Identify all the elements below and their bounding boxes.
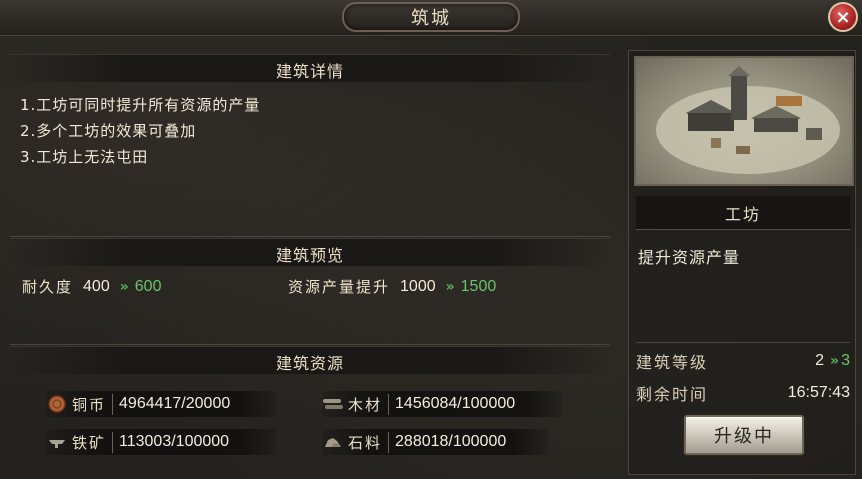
production-next: 1500: [460, 277, 497, 295]
preview-header: 建筑预览: [275, 246, 344, 265]
level-current: 2: [815, 352, 825, 369]
upgrade-arrow-icon: »: [445, 278, 455, 295]
detail-line-1: 1.工坊可同时提升所有资源的产量: [20, 96, 261, 114]
level-label: 建筑等级: [636, 353, 709, 372]
build-window: 筑城 × 建筑详情 1.工坊可同时提升所有资源的产量 2.多个工坊的效果可叠加 …: [0, 0, 862, 479]
time-label: 剩余时间: [636, 385, 709, 404]
detail-line-3: 3.工坊上无法屯田: [20, 148, 149, 166]
resource-name: 木材: [348, 393, 390, 415]
close-button[interactable]: ×: [828, 2, 858, 32]
level-next: 3: [841, 352, 850, 369]
resource-copper: 铜币 4964417/20000: [46, 391, 276, 417]
upgrading-button[interactable]: 升级中: [684, 415, 804, 455]
building-description: 提升资源产量: [638, 248, 741, 267]
resource-iron: 铁矿 113003/100000: [46, 429, 276, 455]
divider: [636, 342, 850, 343]
durability-row: 耐久度 400 » 600: [22, 276, 161, 297]
durability-label: 耐久度: [22, 278, 74, 296]
resource-value: 288018/100000: [395, 433, 507, 450]
resource-stone: 石料 288018/100000: [322, 429, 548, 455]
time-value: 16:57:43: [787, 384, 850, 401]
production-current: 1000: [400, 277, 436, 295]
resource-name: 石料: [348, 431, 390, 453]
upgrade-arrow-icon: »: [119, 278, 129, 295]
remaining-time-row: 剩余时间 16:57:43: [636, 379, 852, 407]
details-header: 建筑详情: [275, 62, 344, 81]
resources-header: 建筑资源: [275, 354, 344, 373]
upgrade-arrow-icon: »: [830, 353, 839, 369]
copper-coin-icon: [46, 395, 68, 413]
resource-value: 4964417/20000: [119, 395, 231, 412]
stone-icon: [322, 433, 344, 451]
resource-value: 1456084/100000: [395, 395, 516, 412]
production-row: 资源产量提升 1000 » 1500: [288, 276, 496, 297]
divider: [10, 344, 610, 345]
window-title: 筑城: [342, 2, 520, 32]
divider: [10, 236, 610, 237]
level-values: 2 » 3: [815, 352, 850, 370]
resource-name: 铜币: [72, 393, 114, 415]
iron-ore-icon: [46, 433, 68, 451]
resource-value: 113003/100000: [119, 433, 230, 450]
resource-name: 铁矿: [72, 431, 114, 453]
building-name: 工坊: [636, 196, 850, 230]
production-label: 资源产量提升: [288, 278, 391, 296]
detail-line-2: 2.多个工坊的效果可叠加: [20, 122, 197, 140]
resource-wood: 木材 1456084/100000: [322, 391, 562, 417]
durability-next: 600: [134, 277, 162, 295]
durability-current: 400: [83, 277, 110, 295]
building-level-row: 建筑等级 2 » 3: [636, 347, 852, 375]
building-image: [634, 56, 854, 186]
wood-icon: [322, 395, 344, 413]
